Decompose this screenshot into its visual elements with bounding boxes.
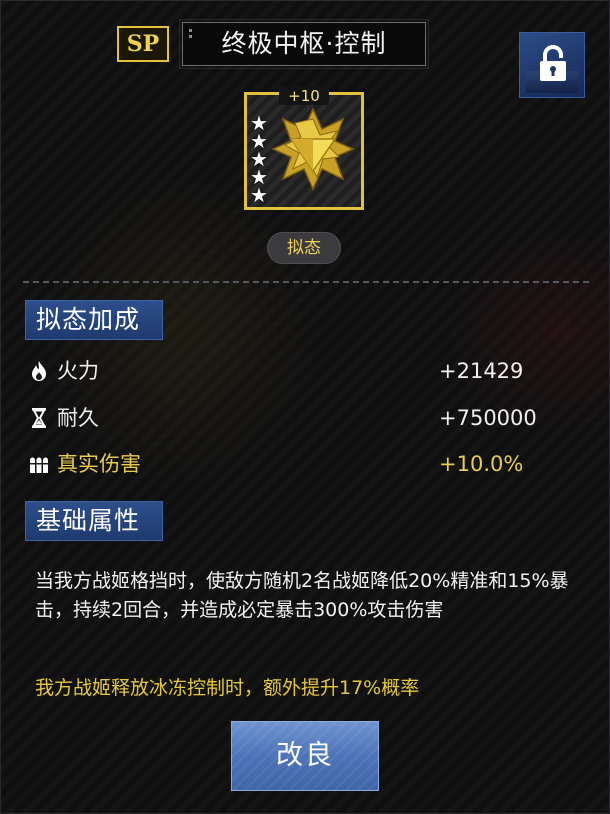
item-title-box: 终极中枢·控制 xyxy=(179,19,429,69)
stat-label: 耐久 xyxy=(57,406,99,430)
item-title: 终极中枢·控制 xyxy=(221,29,387,58)
star-icon: ★ xyxy=(250,183,268,207)
star-rating: ★ ★ ★ ★ ★ xyxy=(250,113,272,207)
skill-description: 当我方战姬格挡时，使敌方随机2名战姬降低20%精准和15%暴击，持续2回合，并造… xyxy=(35,570,569,621)
stat-row-firepower: 火力 +21429 xyxy=(27,355,587,387)
stat-row-true-damage: 真实伤害 +10.0% xyxy=(27,448,587,480)
lock-button[interactable] xyxy=(519,32,585,98)
bullets-icon xyxy=(30,457,48,473)
stat-row-durability: 耐久 +750000 xyxy=(27,402,587,434)
lock-icon xyxy=(540,45,566,81)
section-divider xyxy=(23,281,589,283)
state-tag: 拟态 xyxy=(267,232,341,264)
flame-icon xyxy=(32,361,46,381)
sun-core-icon xyxy=(271,107,355,191)
stat-value: +10.0% xyxy=(439,452,524,476)
upgrade-button[interactable]: 改良 xyxy=(231,721,379,791)
skill-extra-description: 我方战姬释放冰冻控制时，额外提升17%概率 xyxy=(35,677,420,699)
stat-label: 真实伤害 xyxy=(57,452,141,476)
base-section-title: 基础属性 xyxy=(25,501,163,541)
equipment-detail-panel: SP 终极中枢·控制 +10 ★ ★ ★ ★ ★ 拟态 拟态加成 火力 +214… xyxy=(0,0,610,814)
stat-value: +21429 xyxy=(439,359,524,383)
hourglass-icon xyxy=(32,408,46,428)
sp-rarity-badge: SP xyxy=(117,26,169,62)
stat-label: 火力 xyxy=(57,359,99,383)
item-level-label: +10 xyxy=(279,87,329,105)
bonus-section-title: 拟态加成 xyxy=(25,300,163,340)
stat-value: +750000 xyxy=(439,406,537,430)
